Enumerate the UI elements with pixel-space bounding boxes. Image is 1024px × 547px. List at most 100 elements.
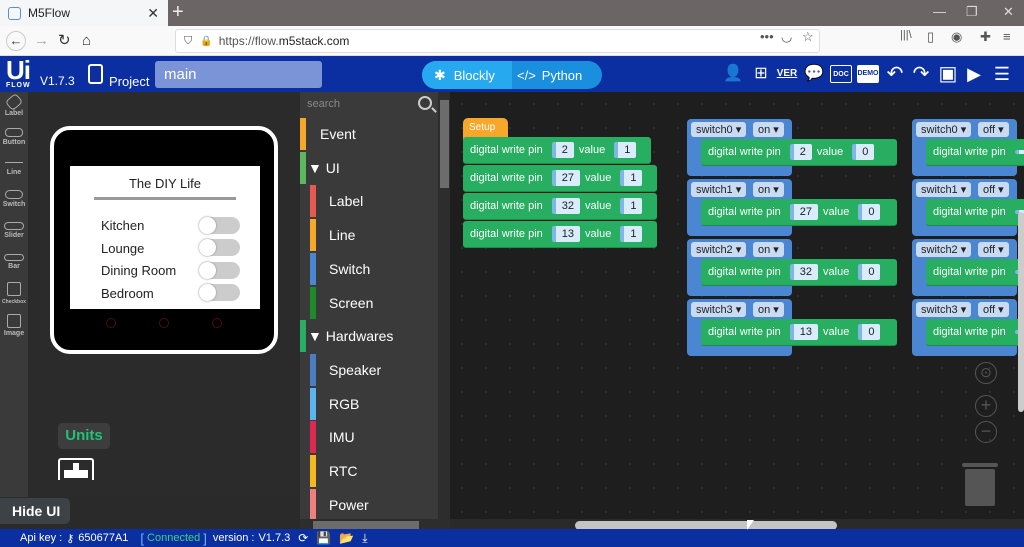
pin-input[interactable]: 2 [789, 144, 812, 160]
back-button[interactable]: ← [6, 31, 26, 51]
toolbox-category[interactable]: ▼ UI [300, 151, 438, 184]
device-icon[interactable]: ▣ [937, 64, 959, 84]
minimize-button[interactable]: — [933, 4, 946, 19]
state-dropdown[interactable]: on ▾ [753, 182, 784, 197]
digital-write-block[interactable]: digital write pin 2 value 1 [463, 137, 651, 164]
toolbox-category[interactable]: Line [300, 219, 438, 252]
screen-label-bedroom[interactable]: Bedroom [101, 286, 154, 301]
pin-input[interactable]: 27 [551, 170, 581, 186]
version-icon[interactable]: VER [776, 64, 798, 84]
screen-label-dining-room[interactable]: Dining Room [101, 263, 176, 278]
digital-write-block[interactable]: digital write pin 27 value 1 [463, 165, 657, 192]
widget-switch[interactable]: Switch [0, 190, 28, 208]
pin-input[interactable]: 32 [789, 264, 819, 280]
account-icon[interactable]: ◉ [951, 29, 962, 45]
comment-icon[interactable]: 💬 [803, 64, 825, 84]
redo-icon[interactable]: ↷ [910, 64, 932, 84]
digital-write-block[interactable]: digital write pin 13 value 0 [701, 319, 897, 346]
browser-tab[interactable]: M5Flow ✕ [0, 0, 168, 26]
value-input[interactable]: 0 [858, 324, 881, 340]
toolbox-category[interactable]: Label [300, 185, 438, 218]
toolbox-category[interactable]: ▼ Hardwares [300, 320, 438, 353]
extensions-icon[interactable]: ✚ [980, 29, 991, 45]
value-input[interactable]: 0 [858, 204, 881, 220]
page-actions-icon[interactable]: ••• [760, 29, 774, 44]
reload-button[interactable]: ↻ [58, 31, 71, 51]
pin-input[interactable]: 32 [551, 198, 581, 214]
close-tab-icon[interactable]: ✕ [147, 5, 159, 22]
digital-write-block[interactable]: digital write pin 32 value 1 [463, 193, 657, 220]
digital-write-block[interactable]: digital write pin 27 value 0 [701, 199, 897, 226]
value-input[interactable]: 0 [858, 264, 881, 280]
library-icon[interactable]: |||\ [900, 29, 912, 41]
state-dropdown[interactable]: on ▾ [753, 302, 784, 317]
switch-dropdown[interactable]: switch2 ▾ [916, 242, 972, 257]
widget-slider[interactable]: Slider [0, 222, 28, 239]
screen-divider-line[interactable] [94, 197, 236, 200]
workspace-vscrollbar[interactable] [1018, 212, 1024, 412]
toolbox-category[interactable]: Screen [300, 286, 438, 319]
switch-dropdown[interactable]: switch2 ▾ [691, 242, 747, 257]
toolbox-category[interactable]: Speaker [300, 353, 438, 386]
digital-write-block[interactable]: digital write pin [926, 139, 1024, 166]
value-input[interactable]: 1 [614, 142, 637, 158]
digital-write-block[interactable]: digital write pin [926, 259, 1024, 286]
trash-icon[interactable] [962, 463, 998, 506]
add-unit-icon[interactable] [58, 458, 94, 480]
toolbox-category[interactable]: RGB [300, 387, 438, 420]
toolbox-category[interactable]: Switch [300, 252, 438, 285]
switch-dining-room[interactable] [199, 262, 240, 279]
project-name-input[interactable]: main [155, 61, 322, 88]
digital-write-block[interactable]: digital write pin [926, 199, 1024, 226]
device-screen[interactable]: The DIY Life Kitchen Lounge Dining Room … [70, 166, 260, 309]
widget-button[interactable]: Button [0, 128, 28, 146]
switch-dropdown[interactable]: switch3 ▾ [691, 302, 747, 317]
hide-ui-button[interactable]: Hide UI [0, 498, 70, 524]
digital-write-block[interactable]: digital write pin 13 value 1 [463, 221, 657, 248]
pocket-icon[interactable]: ◡ [781, 29, 792, 45]
zoom-in-icon[interactable]: + [975, 395, 997, 417]
value-input[interactable]: 1 [620, 198, 643, 214]
pin-input[interactable]: 13 [789, 324, 819, 340]
switch-lounge[interactable] [199, 239, 240, 256]
forward-button[interactable]: → [34, 31, 49, 51]
pin-input[interactable] [1014, 150, 1024, 154]
switch-dropdown[interactable]: switch1 ▾ [691, 182, 747, 197]
new-file-icon[interactable]: ⊞ [750, 64, 772, 84]
center-icon[interactable]: ⊙ [975, 362, 997, 384]
browser-menu-icon[interactable]: ≡ [1003, 29, 1011, 44]
doc-icon[interactable]: DOC [830, 65, 852, 83]
toolbox-category[interactable]: RTC [300, 455, 438, 487]
state-dropdown[interactable]: on ▾ [753, 122, 784, 137]
switch-dropdown[interactable]: switch3 ▾ [916, 302, 972, 317]
widget-label[interactable]: Label [0, 92, 28, 117]
toolbox-category[interactable]: Power [300, 488, 438, 521]
search-icon[interactable] [418, 96, 432, 110]
undo-icon[interactable]: ↶ [884, 64, 906, 84]
digital-write-block[interactable]: digital write pin 2 value 0 [701, 139, 897, 166]
zoom-out-icon[interactable]: − [975, 421, 997, 443]
toolbox-scroll-thumb[interactable] [440, 100, 449, 188]
switch-kitchen[interactable] [199, 217, 240, 234]
toolbox-search-input[interactable]: search [307, 98, 340, 110]
widget-line[interactable]: Line [0, 162, 28, 176]
pin-input[interactable]: 27 [789, 204, 819, 220]
switch-bedroom[interactable] [199, 284, 240, 301]
save-icon[interactable]: 💾 [316, 531, 331, 545]
project-label[interactable]: Project [109, 74, 149, 89]
open-folder-icon[interactable]: 📂 [339, 531, 354, 545]
home-button[interactable]: ⌂ [82, 31, 91, 51]
state-dropdown[interactable]: off ▾ [978, 242, 1009, 257]
download-icon[interactable]: ⤓ [362, 531, 367, 546]
tab-blockly[interactable]: ✱ Blockly [422, 61, 512, 89]
menu-icon[interactable]: ☰ [991, 64, 1013, 84]
digital-write-block[interactable]: digital write pin [926, 319, 1024, 346]
screen-title-label[interactable]: The DIY Life [70, 176, 260, 191]
project-file-icon[interactable] [88, 64, 103, 84]
close-window-button[interactable]: ✕ [1003, 4, 1014, 20]
pin-input[interactable]: 2 [551, 142, 574, 158]
screen-label-lounge[interactable]: Lounge [101, 241, 144, 256]
url-bar[interactable]: ⛉ 🔒 https://flow.m5stack.com [175, 29, 820, 53]
switch-dropdown[interactable]: switch1 ▾ [916, 182, 972, 197]
widget-bar-item[interactable]: Bar [0, 254, 28, 270]
